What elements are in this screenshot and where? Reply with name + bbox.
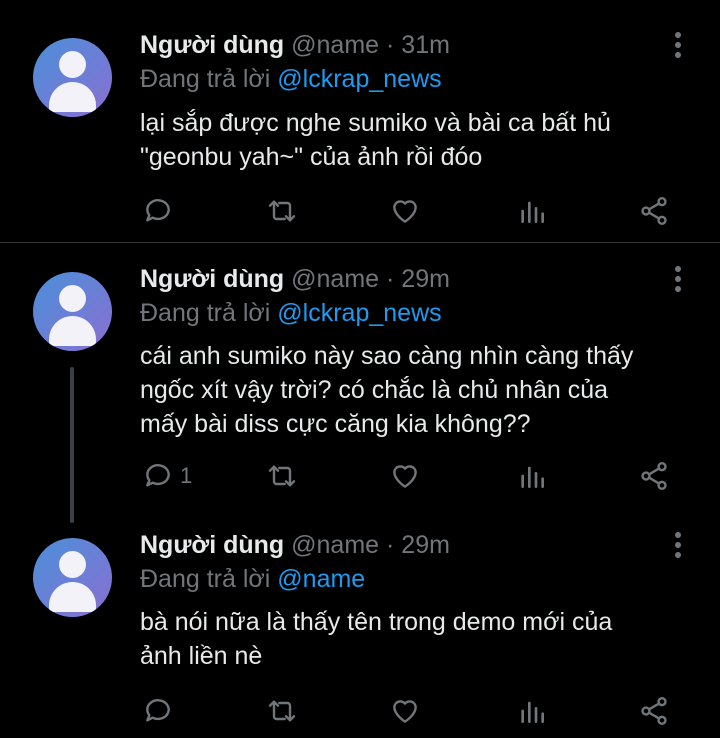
share-icon bbox=[641, 197, 667, 225]
replying-to: Đang trả lời @lckrap_news bbox=[140, 64, 442, 94]
tweet-text: bà nói nữa là thấy tên trong demo mới củ… bbox=[140, 605, 700, 673]
user-name[interactable]: Người dùng bbox=[140, 31, 284, 59]
tweet-text-line: "geonbu yah~" của ảnh rồi đóo bbox=[140, 143, 483, 171]
avatar[interactable] bbox=[33, 38, 112, 117]
replying-to-label: Đang trả lời bbox=[140, 65, 271, 93]
retweet-button[interactable] bbox=[266, 693, 298, 729]
like-icon bbox=[393, 700, 417, 723]
replying-to-label: Đang trả lời bbox=[140, 299, 271, 327]
tweet-text: cái anh sumiko này sao càng nhìn càng th… bbox=[140, 339, 700, 441]
timestamp[interactable]: 29m bbox=[401, 265, 450, 293]
tweet-text-line: ngốc xít vậy trời? có chắc là chủ nhân c… bbox=[140, 376, 609, 404]
action-bar: 1 bbox=[140, 458, 680, 494]
thread-line bbox=[70, 367, 74, 523]
replying-to: Đang trả lời @name bbox=[140, 564, 365, 594]
share-icon bbox=[641, 462, 667, 490]
retweet-icon bbox=[268, 465, 296, 487]
timestamp[interactable]: 29m bbox=[401, 531, 450, 559]
avatar[interactable] bbox=[33, 272, 112, 351]
retweet-icon bbox=[268, 200, 296, 222]
share-button[interactable] bbox=[638, 693, 670, 729]
share-button[interactable] bbox=[638, 193, 670, 229]
reply-mention-link[interactable]: @lckrap_news bbox=[277, 299, 441, 327]
stats-icon bbox=[521, 701, 544, 723]
timestamp[interactable]: 31m bbox=[401, 31, 450, 59]
stats-button[interactable] bbox=[516, 458, 548, 494]
reply-mention-link[interactable]: @lckrap_news bbox=[277, 65, 441, 93]
reply-count: 1 bbox=[180, 463, 193, 488]
separator: · bbox=[386, 265, 395, 293]
more-vert-icon[interactable] bbox=[666, 530, 690, 560]
like-button[interactable] bbox=[389, 458, 421, 494]
reply-mention-link[interactable]: @name bbox=[277, 565, 365, 593]
user-handle[interactable]: @name bbox=[291, 531, 379, 559]
replying-to-label: Đang trả lời bbox=[140, 565, 271, 593]
share-button[interactable] bbox=[638, 458, 670, 494]
reply-icon bbox=[146, 699, 170, 722]
more-vert-icon[interactable] bbox=[666, 264, 690, 294]
tweet[interactable]: Người dùng @name · 31m Đang trả lời @lck… bbox=[0, 0, 720, 242]
reply-icon bbox=[146, 464, 170, 487]
retweet-button[interactable] bbox=[266, 458, 298, 494]
action-bar bbox=[140, 193, 680, 229]
reply-icon bbox=[146, 199, 170, 222]
replying-to: Đang trả lời @lckrap_news bbox=[140, 298, 442, 328]
reply-button[interactable] bbox=[142, 693, 180, 729]
more-vert-icon[interactable] bbox=[666, 30, 690, 60]
tweet-header: Người dùng @name · 29m bbox=[140, 530, 450, 560]
retweet-icon bbox=[268, 700, 296, 722]
action-bar bbox=[140, 693, 680, 729]
stats-icon bbox=[521, 201, 544, 223]
tweet-text-line: lại sắp được nghe sumiko và bài ca bất h… bbox=[140, 109, 611, 137]
separator: · bbox=[386, 31, 395, 59]
stats-icon bbox=[521, 466, 544, 488]
stats-button[interactable] bbox=[516, 693, 548, 729]
tweet-text: lại sắp được nghe sumiko và bài ca bất h… bbox=[140, 106, 700, 174]
reply-button[interactable] bbox=[142, 193, 180, 229]
share-icon bbox=[641, 697, 667, 725]
tweet-header: Người dùng @name · 31m bbox=[140, 30, 450, 60]
user-handle[interactable]: @name bbox=[291, 31, 379, 59]
user-handle[interactable]: @name bbox=[291, 265, 379, 293]
like-button[interactable] bbox=[389, 693, 421, 729]
retweet-button[interactable] bbox=[266, 193, 298, 229]
user-name[interactable]: Người dùng bbox=[140, 531, 284, 559]
tweet[interactable]: Người dùng @name · 29m Đang trả lời @lck… bbox=[0, 243, 720, 523]
user-name[interactable]: Người dùng bbox=[140, 265, 284, 293]
separator: · bbox=[386, 531, 395, 559]
reply-button[interactable]: 1 bbox=[142, 458, 192, 494]
like-icon bbox=[393, 200, 417, 223]
tweet-text-line: bà nói nữa là thấy tên trong demo mới củ… bbox=[140, 608, 613, 636]
tweet-text-line: ảnh liền nè bbox=[140, 642, 263, 670]
tweet-header: Người dùng @name · 29m bbox=[140, 264, 450, 294]
avatar[interactable] bbox=[33, 538, 112, 617]
like-icon bbox=[393, 465, 417, 488]
tweet-text-line: cái anh sumiko này sao càng nhìn càng th… bbox=[140, 342, 634, 370]
stats-button[interactable] bbox=[516, 193, 548, 229]
like-button[interactable] bbox=[389, 193, 421, 229]
tweet[interactable]: Người dùng @name · 29m Đang trả lời @nam… bbox=[0, 523, 720, 738]
tweet-text-line: mấy bài diss cực căng kia không?? bbox=[140, 410, 531, 438]
